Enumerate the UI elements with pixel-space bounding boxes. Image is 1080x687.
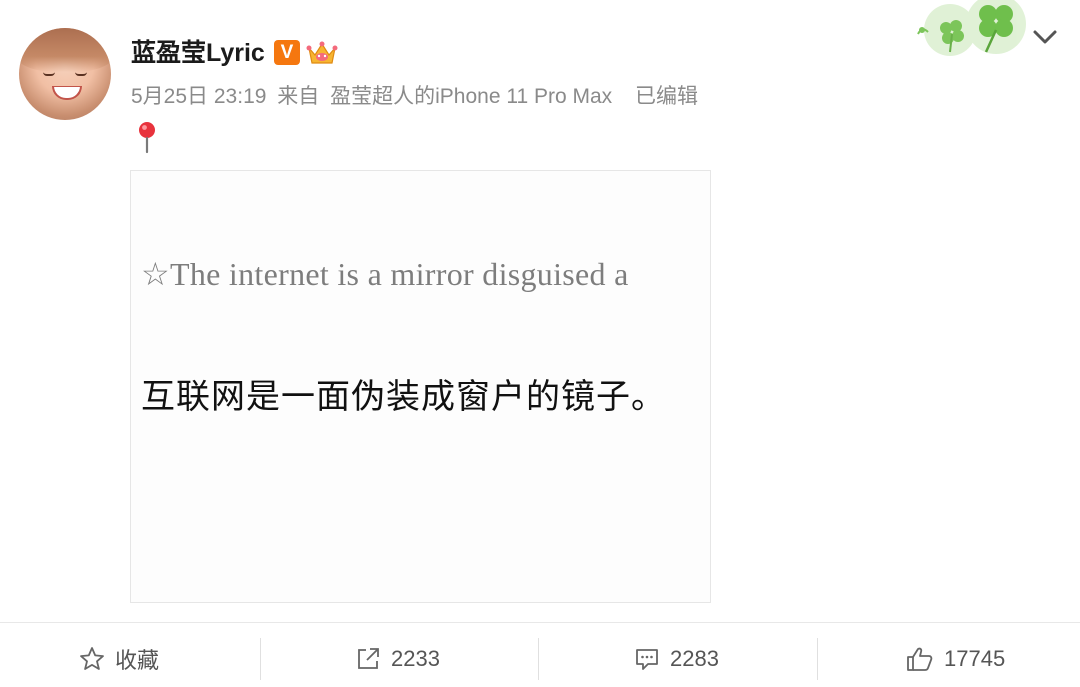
post-image[interactable]: ☆The internet is a mirror disguised a 互联… bbox=[130, 170, 711, 603]
author-avatar[interactable] bbox=[19, 28, 111, 120]
avatar-hair bbox=[19, 28, 111, 72]
star-outline-icon bbox=[80, 647, 104, 670]
comment-count: 2283 bbox=[670, 646, 719, 671]
from-prefix: 来自 bbox=[277, 85, 320, 108]
image-quote-english: ☆The internet is a mirror disguised a bbox=[141, 256, 629, 292]
crown-icon[interactable] bbox=[306, 38, 338, 68]
share-arrow-icon bbox=[358, 648, 379, 669]
like-button[interactable]: 17745 bbox=[906, 638, 1005, 680]
action-bar-divider bbox=[0, 622, 1080, 623]
repost-count: 2233 bbox=[391, 646, 440, 671]
like-count: 17745 bbox=[944, 646, 1006, 671]
action-separator bbox=[260, 638, 261, 680]
favorite-button[interactable]: 收藏 bbox=[79, 638, 159, 680]
post-source-link[interactable]: 盈莹超人的iPhone 11 Pro Max bbox=[330, 85, 612, 108]
post-date: 5月25日 23:19 bbox=[131, 85, 267, 108]
comment-bubble-icon bbox=[636, 649, 658, 670]
clover-icon bbox=[917, 0, 1026, 56]
avatar-smile bbox=[52, 86, 82, 100]
action-separator bbox=[538, 638, 539, 680]
repost-button[interactable]: 2233 bbox=[355, 638, 440, 680]
avatar-eye-right bbox=[75, 72, 87, 76]
edited-label[interactable]: 已编辑 bbox=[635, 85, 698, 108]
favorite-label: 收藏 bbox=[115, 648, 160, 673]
location-pin-icon[interactable] bbox=[134, 120, 160, 154]
author-name[interactable]: 蓝盈莹Lyric bbox=[131, 38, 265, 68]
thumbs-up-icon bbox=[907, 647, 933, 671]
avatar-eye-left bbox=[43, 72, 55, 76]
post-meta: 5月25日 23:19 来自 盈莹超人的iPhone 11 Pro Max 已编… bbox=[131, 84, 703, 110]
verified-badge[interactable]: V bbox=[274, 40, 300, 65]
action-separator bbox=[817, 638, 818, 680]
chevron-down-icon[interactable] bbox=[1031, 26, 1059, 48]
image-quote-chinese: 互联网是一面伪装成窗户的镜子。 bbox=[141, 378, 666, 416]
comment-button[interactable]: 2283 bbox=[634, 638, 719, 680]
